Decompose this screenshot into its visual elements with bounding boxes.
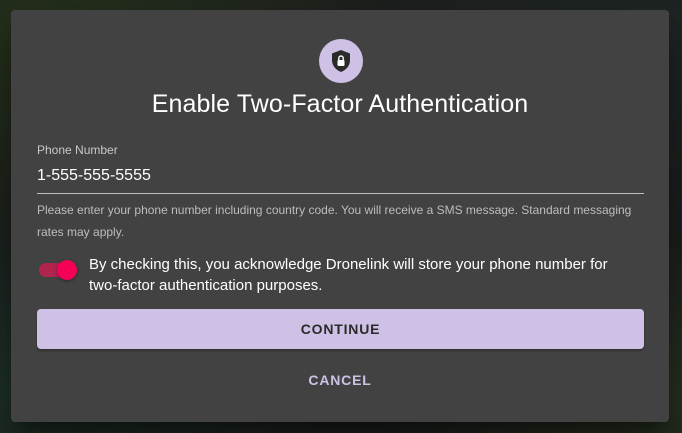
- toggle-thumb: [57, 260, 77, 280]
- phone-number-field: Phone Number Please enter your phone num…: [37, 143, 644, 243]
- consent-row: By checking this, you acknowledge Dronel…: [37, 254, 644, 296]
- consent-text: By checking this, you acknowledge Dronel…: [89, 256, 608, 294]
- shield-lock-icon: [319, 39, 363, 83]
- phone-helper-text: Please enter your phone number including…: [37, 203, 632, 239]
- consent-toggle[interactable]: [37, 254, 81, 284]
- cancel-button[interactable]: CANCEL: [290, 362, 390, 398]
- phone-number-label: Phone Number: [37, 143, 118, 157]
- phone-number-input[interactable]: [37, 163, 644, 194]
- dialog-title: Enable Two-Factor Authentication: [151, 90, 529, 118]
- continue-button[interactable]: CONTINUE: [37, 309, 644, 349]
- two-factor-dialog: Enable Two-Factor Authentication Phone N…: [11, 10, 669, 422]
